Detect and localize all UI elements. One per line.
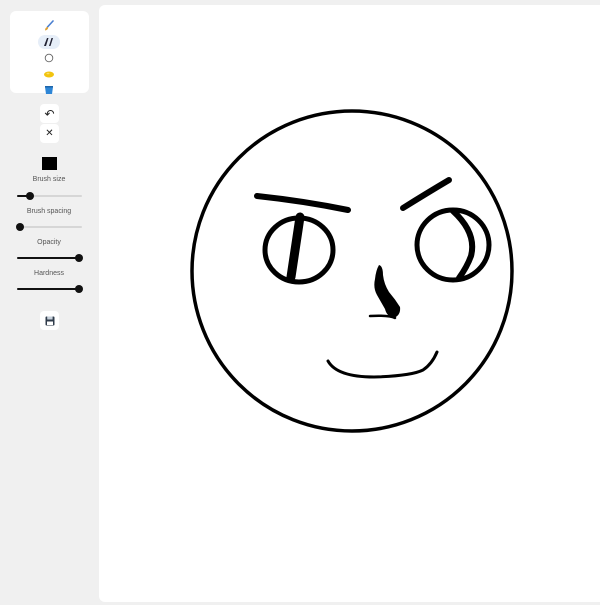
slider-thumb[interactable] [74, 285, 83, 293]
eraser-icon [44, 71, 54, 78]
opacity-label: Opacity [37, 239, 61, 246]
mouth [326, 350, 439, 379]
color-swatch[interactable] [42, 157, 57, 170]
save-button[interactable] [40, 311, 59, 330]
brush-spacing-slider[interactable] [16, 223, 82, 231]
canvas-drawing [190, 109, 514, 433]
tool-sidebar: ↶ ✕ Brush size Brush spacing Opacity Har… [0, 0, 98, 605]
brush-size-slider[interactable] [17, 192, 82, 200]
hardness-slider[interactable] [17, 285, 83, 293]
drawing-canvas[interactable] [99, 5, 600, 602]
hardness-label: Hardness [34, 270, 64, 277]
right-eye [414, 207, 492, 283]
clear-button[interactable]: ✕ [40, 124, 59, 143]
circle-tool[interactable] [39, 51, 59, 65]
paintbrush-icon [45, 20, 54, 31]
close-icon: ✕ [45, 127, 54, 139]
undo-icon: ↶ [44, 106, 55, 121]
slider-thumb[interactable] [16, 223, 25, 231]
paintbrush-tool[interactable] [39, 19, 59, 33]
paint-bucket-tool[interactable] [39, 82, 59, 96]
brush-size-label: Brush size [32, 176, 66, 183]
paint-bucket-icon [45, 85, 53, 94]
right-eyebrow [400, 177, 452, 211]
nose [374, 265, 401, 318]
brush-spacing-label: Brush spacing [26, 208, 72, 215]
circle-shape-icon [44, 53, 54, 63]
opacity-slider[interactable] [17, 254, 83, 262]
slider-thumb[interactable] [74, 254, 83, 262]
left-eyebrow [254, 193, 351, 213]
calligraphy-brush-icon [44, 38, 53, 46]
tool-palette [10, 11, 89, 96]
undo-button[interactable]: ↶ [40, 104, 59, 123]
eraser-tool[interactable] [39, 67, 59, 81]
calligraphy-tool[interactable] [38, 35, 60, 49]
right-pupil [450, 208, 476, 281]
left-pupil [286, 212, 305, 282]
slider-thumb[interactable] [26, 192, 34, 200]
floppy-disk-icon [45, 316, 54, 325]
